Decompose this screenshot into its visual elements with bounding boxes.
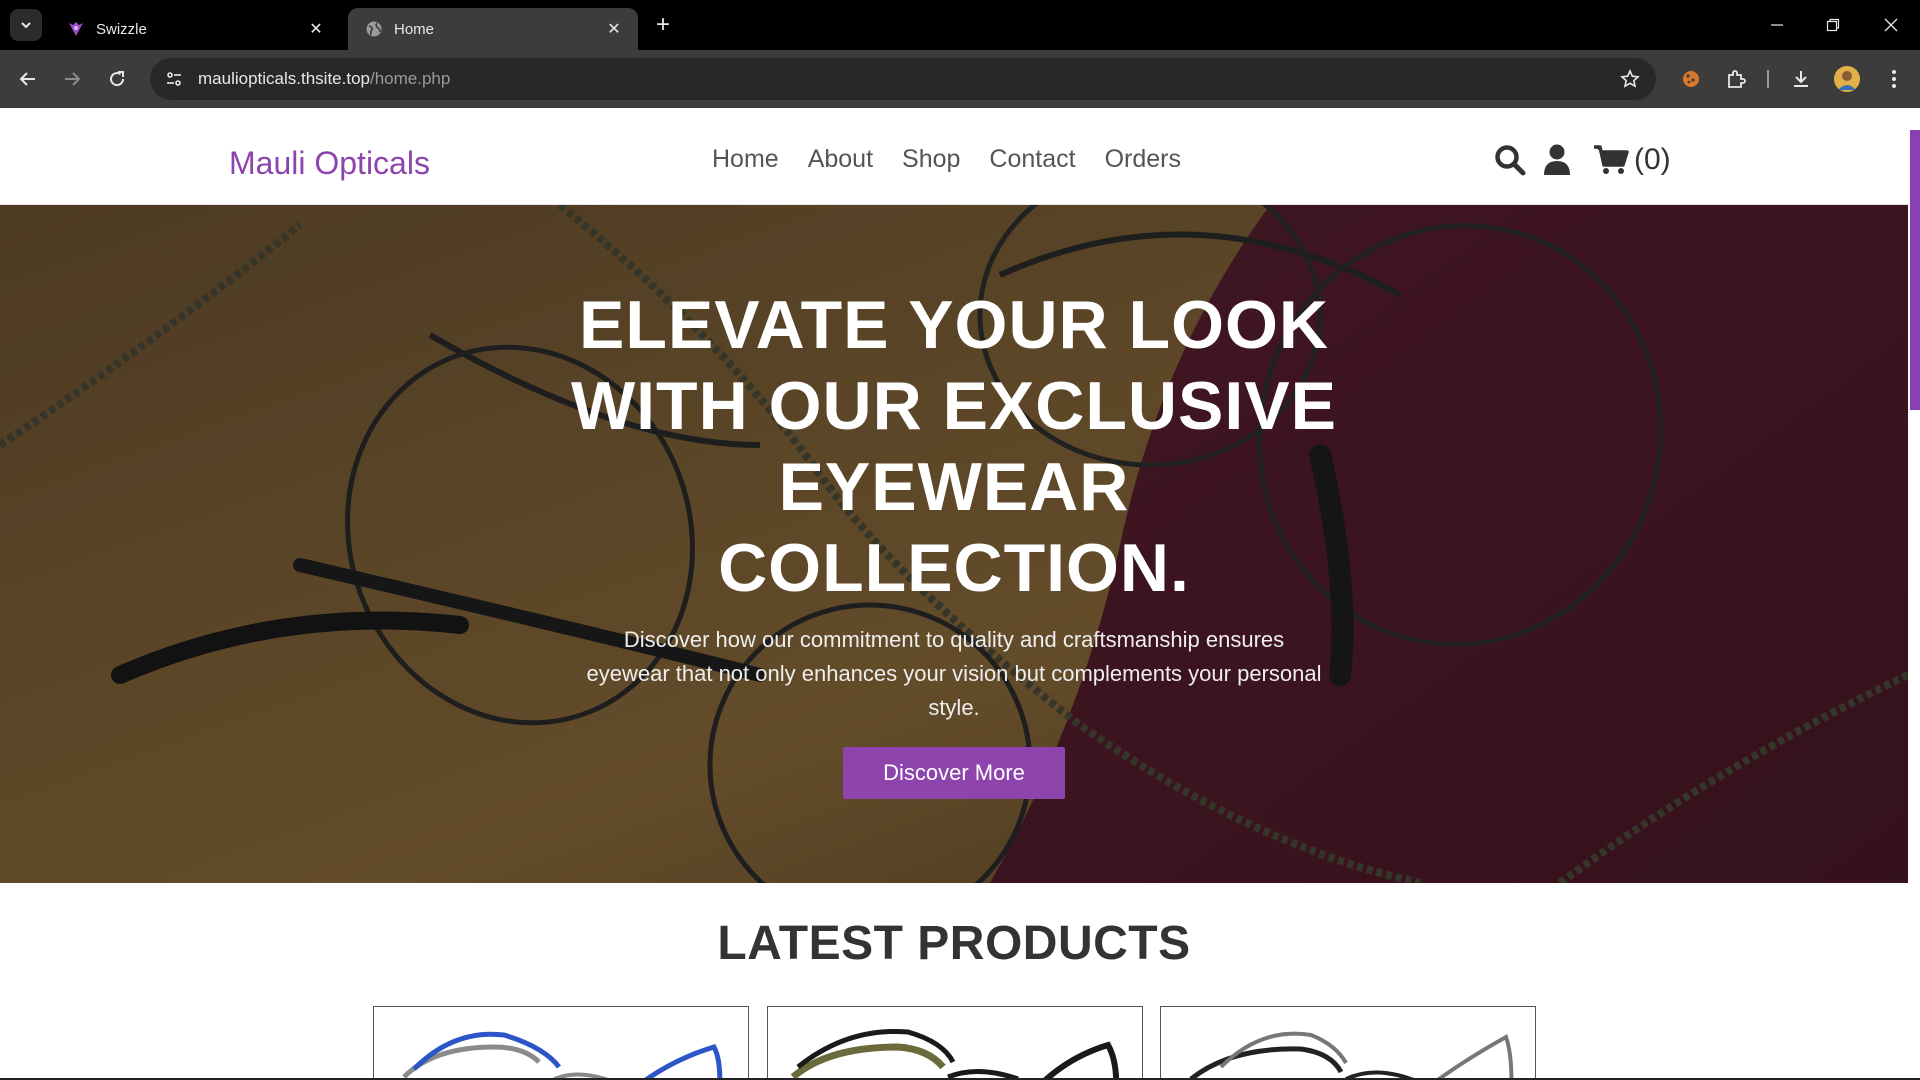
minimize-button[interactable] <box>1762 10 1792 40</box>
hero-title-line: EYEWEAR <box>778 449 1130 525</box>
swizzle-icon <box>66 19 86 39</box>
more-menu-icon[interactable] <box>1880 65 1908 93</box>
arrow-left-icon <box>19 72 35 86</box>
site-header: Mauli Opticals Home About Shop Contact O… <box>0 115 1908 205</box>
site-info-icon[interactable] <box>154 58 194 100</box>
product-image <box>402 1031 723 1080</box>
close-icon <box>1884 18 1898 32</box>
arrow-right-icon <box>65 72 81 86</box>
profile-avatar[interactable] <box>1834 66 1860 92</box>
user-icon[interactable] <box>1542 144 1572 176</box>
new-tab-button[interactable]: + <box>650 12 676 38</box>
cart-icon[interactable] <box>1592 144 1630 176</box>
scrollbar-thumb[interactable] <box>1910 130 1920 410</box>
product-card[interactable] <box>1160 1006 1536 1080</box>
toolbar-separator <box>1767 70 1769 88</box>
product-image <box>790 1028 1120 1080</box>
nav-home[interactable]: Home <box>712 145 779 174</box>
tab-swizzle[interactable]: Swizzle ✕ <box>50 8 340 50</box>
minimize-icon <box>1771 24 1783 26</box>
discover-more-button[interactable]: Discover More <box>843 747 1065 799</box>
hero-title-line: WITH OUR EXCLUSIVE <box>570 368 1338 444</box>
cart-count[interactable]: (0) <box>1634 143 1671 177</box>
bookmark-star-icon[interactable] <box>1618 67 1642 91</box>
nav-about[interactable]: About <box>808 145 873 174</box>
nav-orders[interactable]: Orders <box>1105 145 1181 174</box>
site-brand[interactable]: Mauli Opticals <box>229 145 430 182</box>
hero-title-line: COLLECTION. <box>718 530 1190 606</box>
product-image <box>1189 1031 1514 1080</box>
tab-search-button[interactable] <box>10 9 42 41</box>
url-path: /home.php <box>369 69 451 88</box>
tab-home[interactable]: Home ✕ <box>348 8 638 50</box>
latest-products-heading: LATEST PRODUCTS <box>717 917 1191 970</box>
page-scrollbar[interactable] <box>1908 108 1920 1080</box>
globe-icon <box>364 19 384 39</box>
reload-icon <box>110 71 125 87</box>
close-icon[interactable]: ✕ <box>304 17 328 41</box>
nav-shop[interactable]: Shop <box>902 145 960 174</box>
restore-button[interactable] <box>1818 10 1848 40</box>
extensions-puzzle-icon[interactable] <box>1722 65 1750 93</box>
product-card[interactable] <box>767 1006 1143 1080</box>
download-icon[interactable] <box>1787 65 1815 93</box>
tab-title: Home <box>394 20 435 38</box>
tab-strip: Swizzle ✕ Home ✕ + <box>0 0 1920 50</box>
url-host: mauliopticals.thsite.top <box>198 69 370 88</box>
close-window-button[interactable] <box>1876 10 1906 40</box>
page-viewport: Mauli Opticals Home About Shop Contact O… <box>0 108 1920 1080</box>
forward-button[interactable] <box>56 63 88 95</box>
nav-contact[interactable]: Contact <box>989 145 1075 174</box>
close-icon[interactable]: ✕ <box>602 17 626 41</box>
hero-title-line: ELEVATE YOUR LOOK <box>579 287 1329 363</box>
address-bar[interactable]: mauliopticals.thsite.top/home.php <box>150 58 1656 100</box>
cookie-extension-icon[interactable] <box>1677 65 1705 93</box>
browser-toolbar: mauliopticals.thsite.top/home.php <box>0 50 1920 108</box>
product-card[interactable] <box>373 1006 749 1080</box>
restore-icon <box>1826 18 1840 32</box>
url-text: mauliopticals.thsite.top/home.php <box>198 69 450 89</box>
header-icons: (0) <box>1492 143 1671 177</box>
reload-button[interactable] <box>101 63 133 95</box>
main-nav: Home About Shop Contact Orders <box>712 145 1210 174</box>
chevron-down-icon <box>21 22 31 29</box>
search-icon[interactable] <box>1492 144 1528 176</box>
hero-title: ELEVATE YOUR LOOK WITH OUR EXCLUSIVE EYE… <box>520 285 1388 609</box>
tab-title: Swizzle <box>96 20 147 38</box>
back-button[interactable] <box>12 63 44 95</box>
hero-banner: ELEVATE YOUR LOOK WITH OUR EXCLUSIVE EYE… <box>0 205 1908 883</box>
hero-description: Discover how our commitment to quality a… <box>586 627 1322 720</box>
